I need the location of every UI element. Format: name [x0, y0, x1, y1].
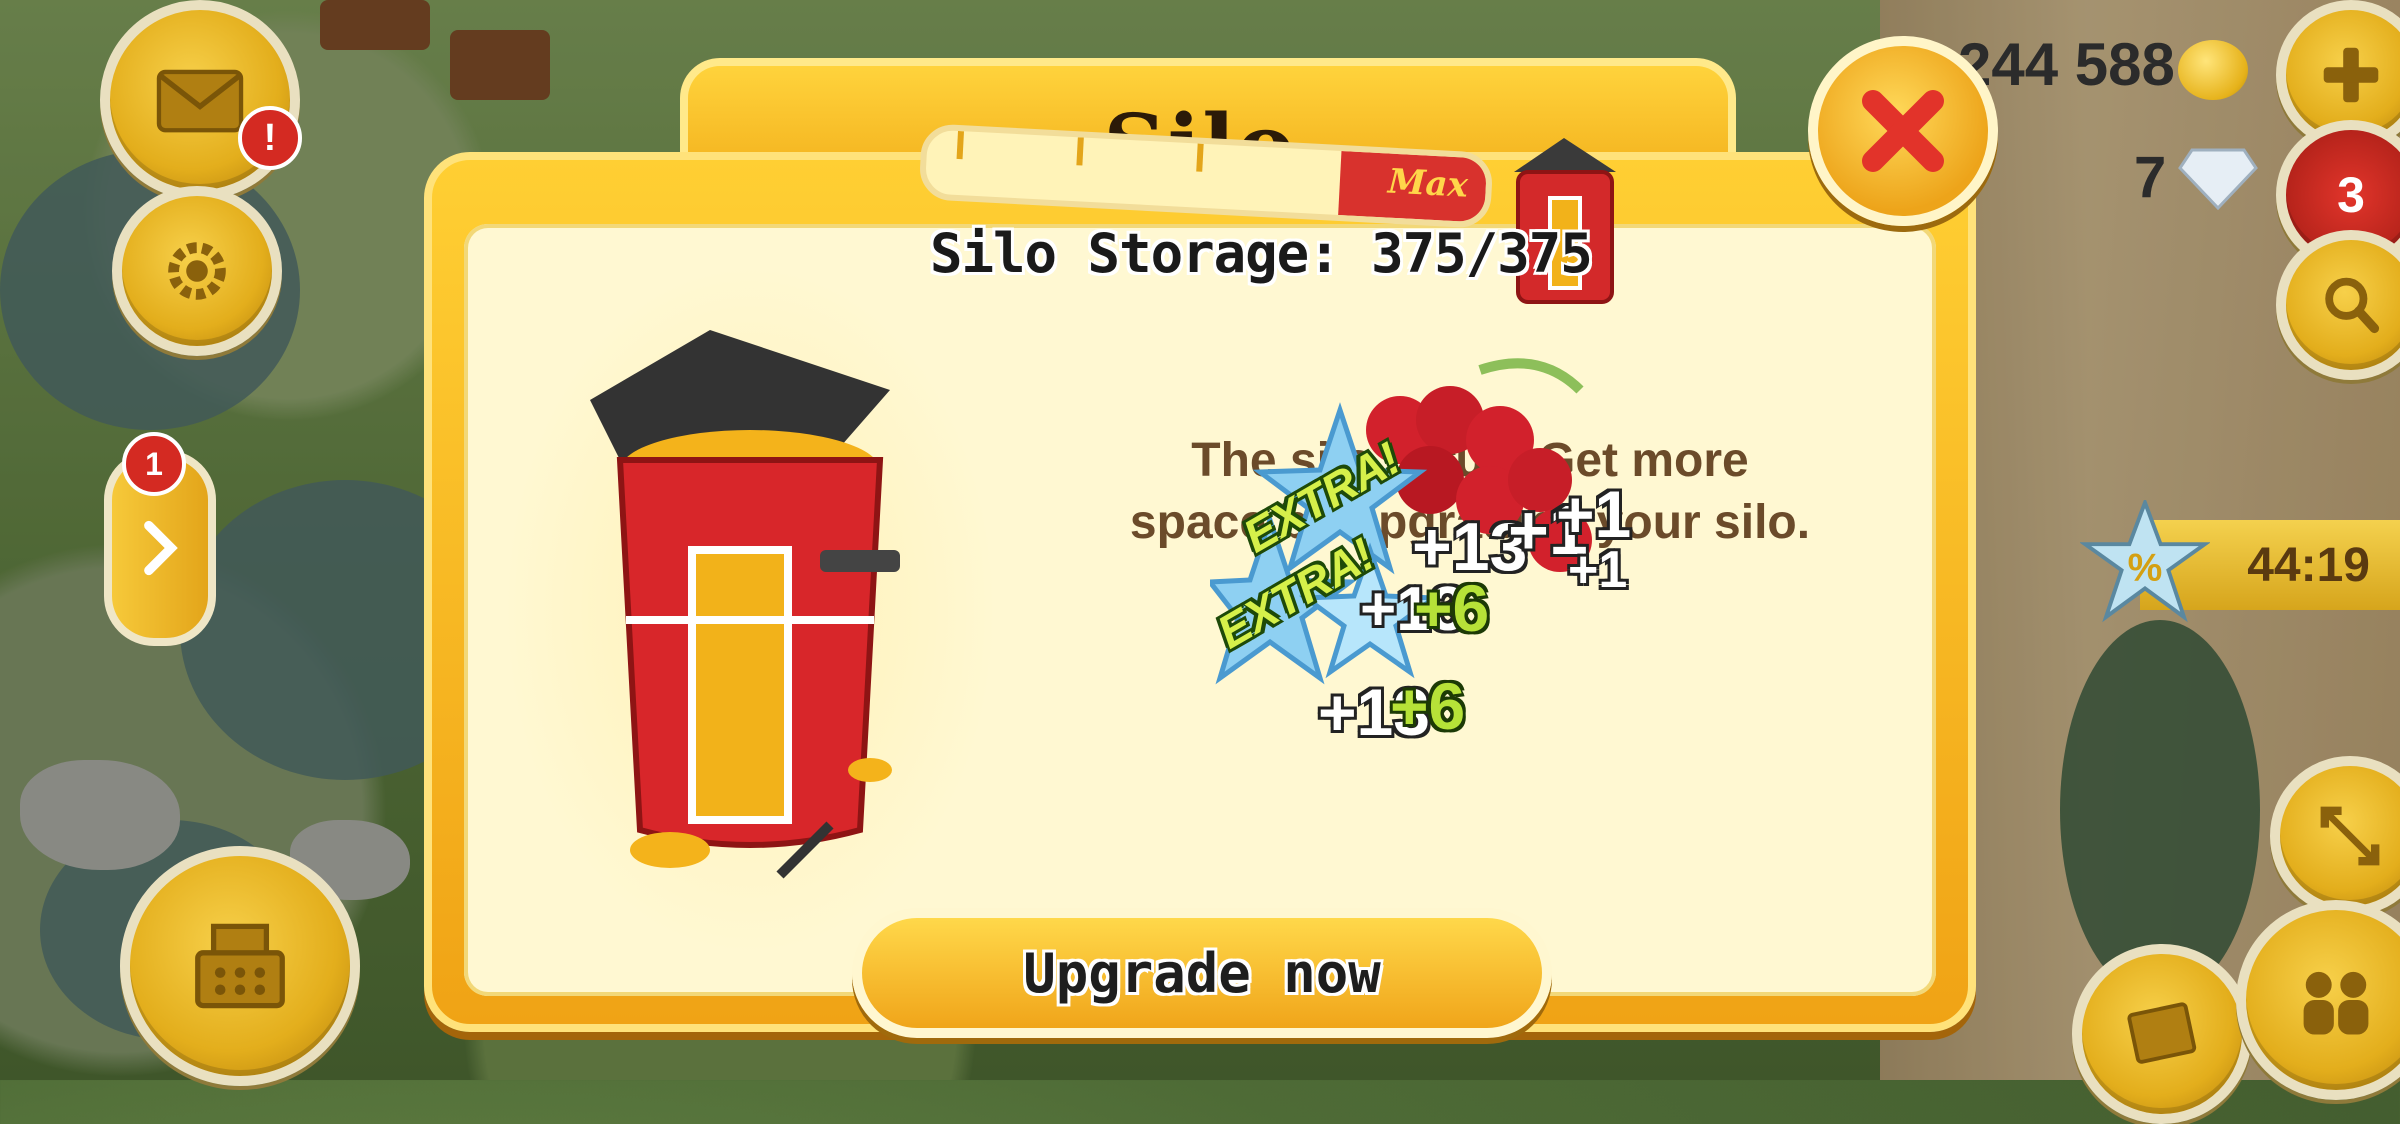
diamond-icon: [2178, 148, 2258, 210]
max-label: Max: [1386, 161, 1469, 206]
mail-button[interactable]: [100, 0, 300, 200]
side-tab-badge: 1: [122, 432, 186, 496]
diamond-plus-badge: 3: [2337, 167, 2365, 223]
svg-text:%: %: [2128, 547, 2163, 590]
close-icon: [1862, 90, 1944, 172]
newspaper-button[interactable]: [2072, 944, 2252, 1124]
close-button[interactable]: [1808, 36, 1998, 226]
gear-icon: [168, 242, 226, 300]
settings-button[interactable]: [112, 186, 282, 356]
progress-tick: [1196, 143, 1204, 172]
silo-full-illustration: [590, 330, 900, 879]
coin-icon: [2178, 40, 2248, 100]
newspaper-icon: [2127, 1002, 2197, 1064]
cash-register-icon: [195, 923, 285, 1009]
magnifier-icon: [2325, 277, 2380, 334]
mail-alert-badge: !: [238, 106, 302, 170]
progress-tick: [1076, 137, 1084, 166]
discount-badge-icon: %: [2080, 500, 2210, 623]
silo-storage-label: Silo Storage: 375/375: [930, 222, 1593, 285]
diamond-count: 7: [2134, 145, 2167, 210]
reward-amount: +6: [1390, 669, 1466, 743]
chevron-right-icon: [144, 520, 178, 576]
coin-count: 244 588: [1958, 31, 2175, 98]
reward-amount: +1: [1568, 541, 1628, 599]
reward-amount: +6: [1414, 571, 1490, 645]
roadside-shop-button[interactable]: [120, 846, 360, 1086]
upgrade-now-button[interactable]: Upgrade now: [852, 908, 1552, 1038]
expand-arrows-icon: [2320, 806, 2380, 866]
plus-icon: [2323, 47, 2379, 103]
progress-tick: [956, 130, 965, 160]
people-icon: [2303, 971, 2369, 1035]
